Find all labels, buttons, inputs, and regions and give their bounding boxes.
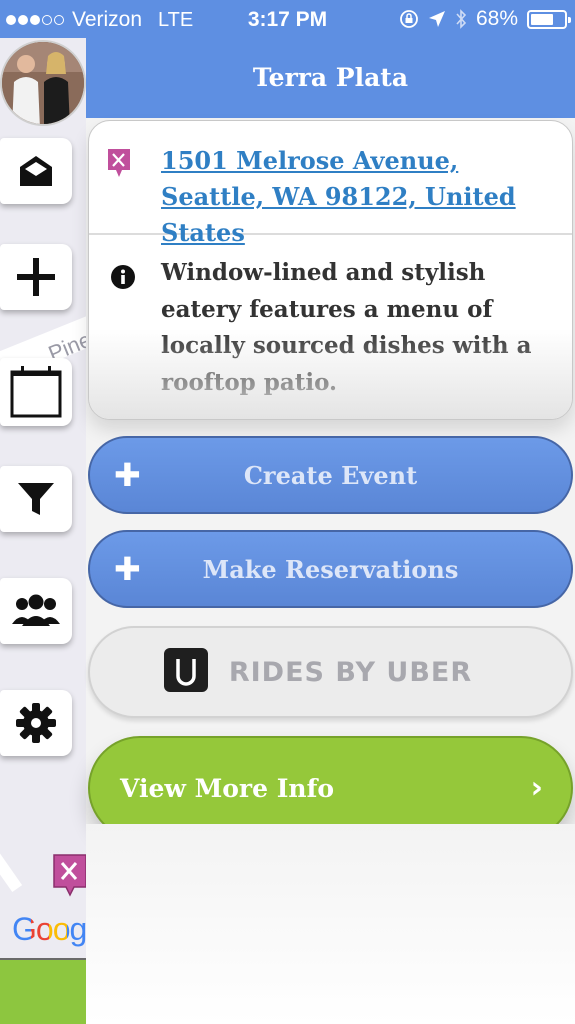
plus-icon	[17, 258, 55, 296]
user-avatar[interactable]	[0, 40, 86, 126]
info-icon	[111, 265, 135, 289]
place-detail-panel: Terra Plata 1501 Melrose Avenue, Seattle…	[86, 38, 575, 1024]
gear-icon	[16, 703, 56, 743]
place-description: Window-lined and stylish eatery features…	[161, 259, 532, 396]
view-more-info-label: View More Info	[120, 773, 335, 803]
uber-logo-icon	[164, 648, 208, 692]
add-button[interactable]	[0, 244, 72, 310]
plus-icon: ✚	[114, 550, 141, 588]
restaurant-pin-icon[interactable]	[52, 853, 86, 897]
address-link[interactable]: 1501 Melrose Avenue, Seattle, WA 98122, …	[161, 143, 561, 251]
status-icons: 68%	[399, 7, 571, 31]
battery-percent: 68%	[475, 7, 518, 30]
rotation-lock-icon	[400, 10, 418, 28]
filter-button[interactable]	[0, 466, 72, 532]
group-icon	[12, 594, 60, 626]
create-event-button[interactable]: ✚ Create Event	[88, 436, 573, 514]
avatar-photo	[2, 42, 84, 124]
map-bottom-bar	[0, 958, 86, 1024]
restaurant-pin-icon	[108, 149, 130, 177]
google-logo-text: Goog	[12, 911, 86, 947]
uber-rides-button[interactable]: RIDES BY UBER	[88, 626, 573, 718]
map-road	[0, 835, 23, 893]
chevron-right-icon: ›	[530, 770, 543, 806]
place-title: Terra Plata	[86, 38, 575, 118]
location-arrow-icon	[428, 11, 445, 27]
bluetooth-icon	[456, 9, 467, 29]
uber-label: RIDES BY UBER	[228, 656, 473, 688]
google-logo: Goog	[12, 911, 86, 948]
settings-button[interactable]	[0, 690, 72, 756]
create-event-label: Create Event	[243, 460, 418, 490]
calendar-icon	[10, 366, 62, 418]
envelope-icon	[20, 156, 52, 186]
funnel-icon	[18, 483, 54, 515]
battery-icon	[527, 9, 571, 29]
address-row: 1501 Melrose Avenue, Seattle, WA 98122, …	[89, 121, 572, 247]
friends-button[interactable]	[0, 578, 72, 644]
make-reservations-label: Make Reservations	[202, 554, 459, 584]
place-info-card: 1501 Melrose Avenue, Seattle, WA 98122, …	[88, 120, 573, 420]
view-more-info-button[interactable]: View More Info ›	[88, 736, 573, 840]
status-bar: Verizon LTE 3:17 PM 68%	[0, 0, 575, 38]
plus-icon: ✚	[114, 456, 141, 494]
calendar-button[interactable]	[0, 358, 72, 426]
messages-button[interactable]	[0, 138, 72, 204]
make-reservations-button[interactable]: ✚ Make Reservations	[88, 530, 573, 608]
